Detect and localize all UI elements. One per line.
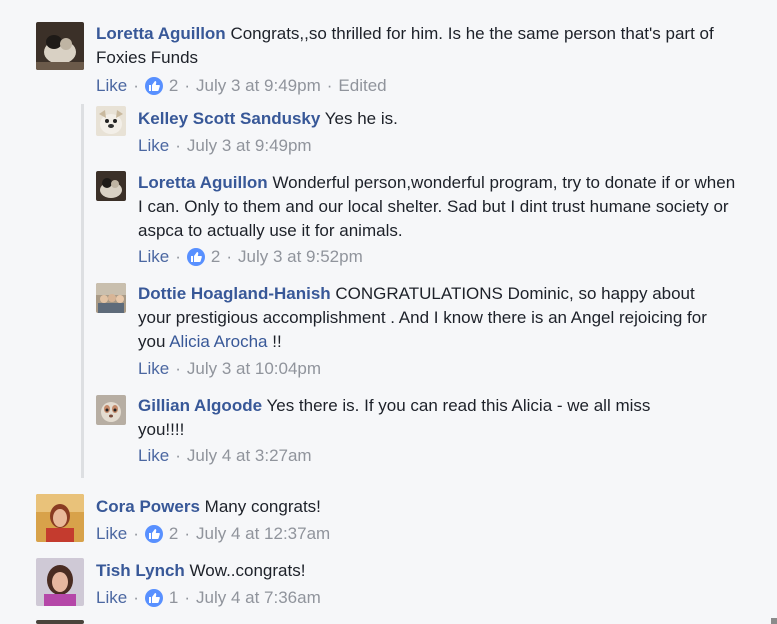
reaction-count[interactable]: 1 (169, 586, 178, 610)
comment-timestamp[interactable]: July 4 at 7:36am (196, 586, 321, 610)
separator: · (184, 588, 190, 607)
separator: · (326, 76, 333, 95)
scrollbar-marker[interactable] (771, 618, 777, 624)
like-button[interactable]: Like (138, 245, 169, 269)
comment-timestamp[interactable]: July 3 at 9:49pm (187, 134, 312, 158)
reaction-count[interactable]: 2 (211, 245, 220, 269)
avatar[interactable] (36, 558, 84, 606)
avatar[interactable] (96, 283, 126, 313)
mention-link[interactable]: Alicia Arocha (169, 332, 267, 351)
comment-timestamp[interactable]: July 3 at 9:49pm (196, 74, 321, 98)
avatar[interactable] (36, 494, 84, 542)
separator: · (184, 76, 190, 95)
comment-timestamp[interactable]: July 4 at 3:27am (187, 444, 312, 468)
reply-thread-line (81, 104, 84, 478)
like-button[interactable]: Like (138, 357, 169, 381)
comment-text: Many congrats! (204, 497, 321, 516)
comment-author[interactable]: Gillian Algoode (138, 396, 262, 415)
like-button[interactable]: Like (96, 586, 127, 610)
separator: · (175, 446, 181, 465)
separator: · (133, 76, 139, 95)
avatar[interactable] (96, 171, 126, 201)
separator: · (133, 588, 139, 607)
separator: · (133, 524, 139, 543)
separator: · (175, 359, 181, 378)
thumbs-up-icon[interactable] (144, 589, 163, 607)
separator: · (175, 247, 181, 266)
separator: · (175, 136, 181, 155)
thumbs-up-icon[interactable] (186, 248, 205, 266)
avatar[interactable] (36, 620, 84, 624)
comment-timestamp[interactable]: July 4 at 12:37am (196, 522, 330, 546)
like-button[interactable]: Like (96, 74, 127, 98)
reaction-count[interactable]: 2 (169, 522, 178, 546)
avatar[interactable] (36, 22, 84, 70)
edited-label[interactable]: Edited (338, 74, 386, 98)
comment-author[interactable]: Dottie Hoagland-Hanish (138, 284, 331, 303)
comment-timestamp[interactable]: July 3 at 10:04pm (187, 357, 321, 381)
comment-author[interactable]: Loretta Aguillon (96, 24, 226, 43)
reaction-count[interactable]: 2 (169, 74, 178, 98)
comment-author[interactable]: Tish Lynch (96, 561, 185, 580)
like-button[interactable]: Like (138, 444, 169, 468)
like-button[interactable]: Like (96, 522, 127, 546)
comment-author[interactable]: Loretta Aguillon (138, 173, 268, 192)
like-button[interactable]: Like (138, 134, 169, 158)
comment-timestamp[interactable]: July 3 at 9:52pm (238, 245, 363, 269)
separator: · (184, 524, 190, 543)
avatar[interactable] (96, 106, 126, 136)
separator: · (226, 247, 232, 266)
avatar[interactable] (96, 395, 126, 425)
comment-author[interactable]: Kelley Scott Sandusky (138, 109, 320, 128)
thumbs-up-icon[interactable] (144, 77, 163, 95)
comment-text: Yes he is. (324, 109, 398, 128)
thumbs-up-icon[interactable] (144, 525, 163, 543)
comment-author[interactable]: Cora Powers (96, 497, 200, 516)
comment-text: Wow..congrats! (189, 561, 306, 580)
comment-text-suffix: !! (272, 332, 282, 351)
